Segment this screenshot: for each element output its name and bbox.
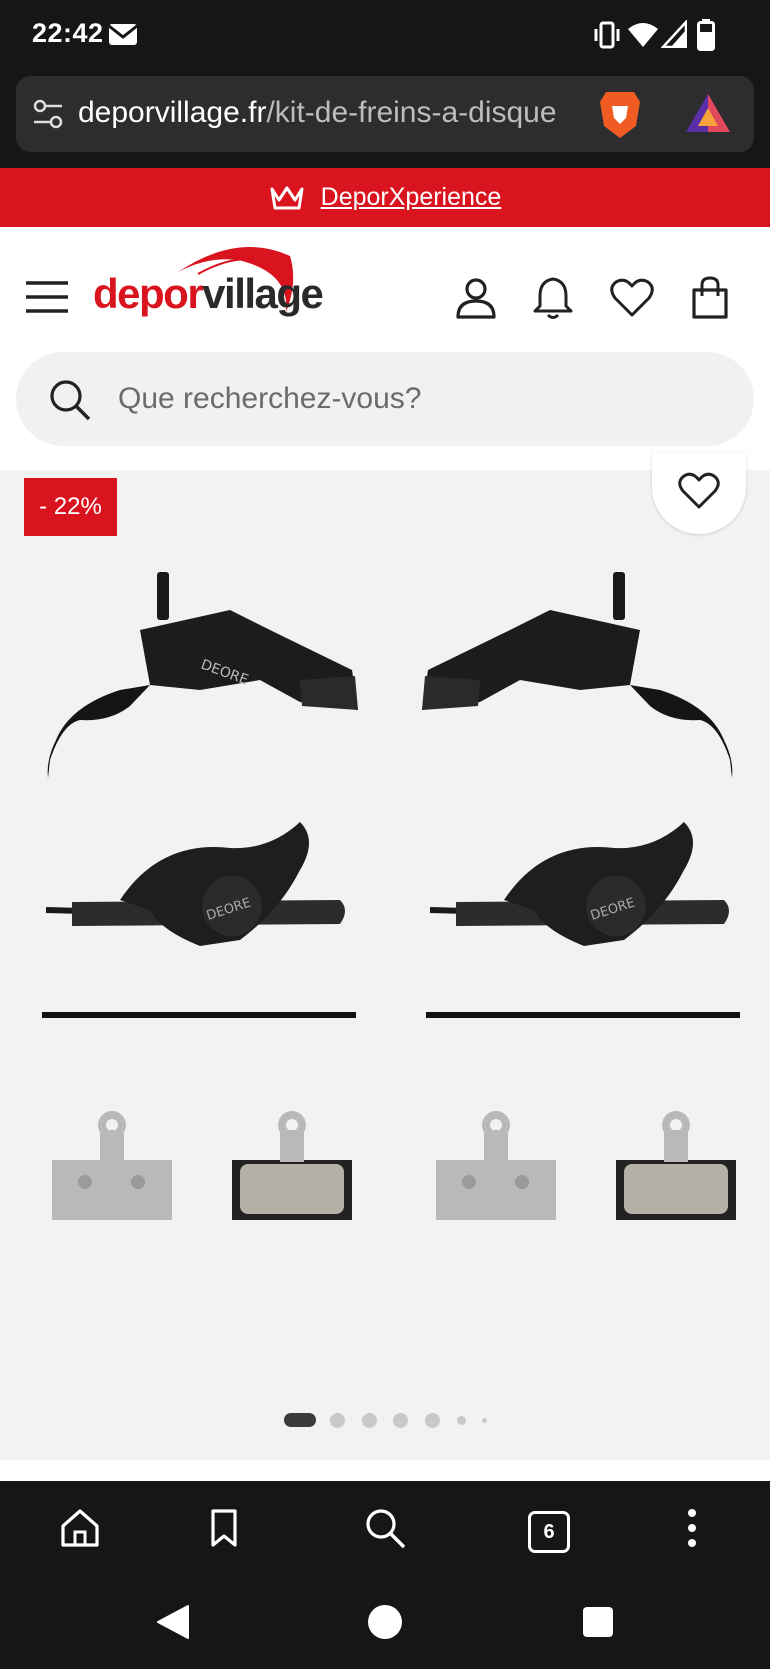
hose-left xyxy=(42,1012,356,1018)
menu-icon[interactable] xyxy=(24,280,70,314)
bookmark-icon[interactable] xyxy=(210,1508,238,1548)
logo-part-village: village xyxy=(202,270,324,317)
account-icon[interactable] xyxy=(456,277,496,319)
carousel-dot[interactable] xyxy=(393,1413,408,1428)
home-icon[interactable] xyxy=(60,1508,100,1548)
status-time: 22:42 xyxy=(32,18,104,48)
back-icon[interactable] xyxy=(156,1604,190,1640)
brave-lion-icon[interactable] xyxy=(598,88,642,140)
product-image-gallery[interactable]: DEORE DEORE DEORE xyxy=(0,470,770,1460)
heart-icon[interactable] xyxy=(610,278,654,318)
caliper-right: DEORE xyxy=(429,822,729,946)
carousel-dot[interactable] xyxy=(457,1416,466,1425)
brake-lever-left: DEORE xyxy=(47,572,358,778)
home-circle-icon[interactable] xyxy=(366,1603,404,1641)
discount-badge: - 22% xyxy=(24,478,117,536)
carousel-dot[interactable] xyxy=(330,1413,345,1428)
wifi-icon xyxy=(628,23,658,47)
site-settings-icon[interactable] xyxy=(32,98,64,130)
product-image: DEORE DEORE DEORE xyxy=(42,572,740,1220)
crown-icon xyxy=(270,186,304,209)
url-text[interactable]: deporvillage.fr/kit-de-freins-a-disque xyxy=(78,96,580,136)
signal-icon xyxy=(661,20,687,48)
hose-right xyxy=(426,1012,740,1018)
heart-icon xyxy=(678,472,720,509)
carousel-dot[interactable] xyxy=(482,1418,487,1423)
bell-icon[interactable] xyxy=(533,276,573,320)
promo-banner[interactable]: DeporXperience xyxy=(0,168,770,227)
logo-wordmark[interactable]: deporvillage xyxy=(93,270,324,318)
carousel-dot[interactable] xyxy=(362,1413,377,1428)
caliper-left: DEORE xyxy=(45,822,345,946)
url-domain: deporvillage.fr xyxy=(78,96,267,129)
mail-icon xyxy=(108,24,138,45)
brake-pads-right xyxy=(436,1111,736,1220)
search-icon[interactable] xyxy=(364,1507,406,1549)
logo-part-depor: depor xyxy=(93,270,204,317)
brake-lever-right xyxy=(422,572,733,778)
search-bar[interactable] xyxy=(16,352,754,446)
carousel-dot[interactable] xyxy=(425,1413,440,1428)
carousel-dot-active[interactable] xyxy=(284,1413,316,1427)
rewards-triangle-icon[interactable] xyxy=(684,92,732,134)
more-icon[interactable] xyxy=(684,1508,700,1548)
search-input[interactable] xyxy=(118,352,718,446)
url-path: /kit-de-freins-a-disque xyxy=(266,96,557,129)
brake-pads-left xyxy=(52,1111,352,1220)
battery-icon xyxy=(697,19,715,51)
bag-icon[interactable] xyxy=(690,276,730,320)
promo-link[interactable]: DeporXperience xyxy=(321,183,502,212)
tabs-icon[interactable]: 6 xyxy=(528,1511,570,1553)
vibrate-icon xyxy=(594,21,620,49)
search-icon[interactable] xyxy=(48,378,92,422)
recents-icon[interactable] xyxy=(582,1606,614,1638)
